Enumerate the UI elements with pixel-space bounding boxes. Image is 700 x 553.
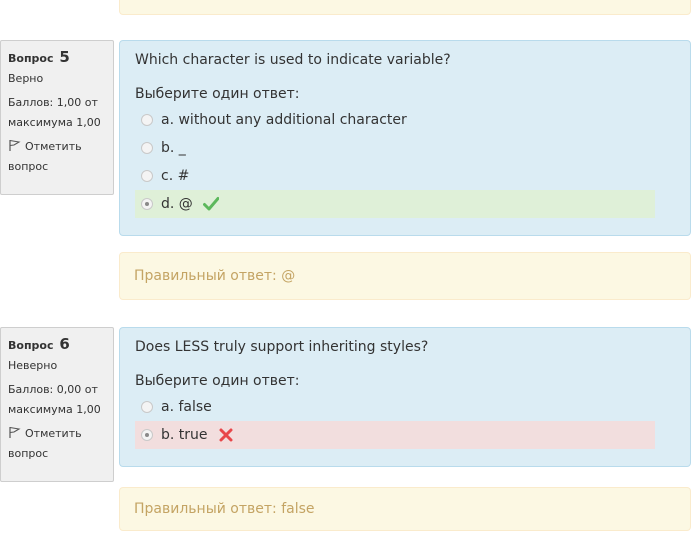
answer-option-incorrect[interactable]: b. true [135,421,655,449]
answer-option-label: c. # [161,168,190,184]
question-grade: Баллов: 1,00 от максимума 1,00 [8,96,101,129]
question-state: Неверно [8,359,58,372]
question-number-line: Вопрос 5 [8,47,106,69]
question-state: Верно [8,72,44,85]
answer-option-label: b. _ [161,140,186,156]
question-number-line: Вопрос 6 [8,334,106,356]
answer-option-label: b. true [161,427,208,443]
question-content-6: Does LESS truly support inheriting style… [119,327,691,467]
answer-option[interactable]: b. _ [135,134,675,162]
flag-icon [9,139,21,151]
answer-option[interactable]: a. false [135,393,675,421]
radio-button-selected[interactable] [141,429,153,441]
question-content-5: Which character is used to indicate vari… [119,40,691,236]
question-text: Which character is used to indicate vari… [135,52,451,68]
answer-option-label: d. @ [161,196,193,212]
answer-option-label: a. false [161,399,212,415]
question-info-6: Вопрос 6 Неверно Баллов: 0,00 от максиму… [0,327,114,482]
answer-option-label: a. without any additional character [161,112,407,128]
question-label: Вопрос [8,52,54,65]
answer-prompt: Выберите один ответ: [135,373,300,389]
question-number: 5 [59,48,70,66]
question-label: Вопрос [8,339,54,352]
question-text: Does LESS truly support inheriting style… [135,339,429,355]
right-answer-feedback: Правильный ответ: @ [119,252,691,300]
radio-button[interactable] [141,170,153,182]
cross-icon [219,428,233,442]
right-answer-text: Правильный ответ: false [134,501,315,517]
flag-question-link[interactable]: Отметить вопрос [8,137,106,177]
answer-options: a. without any additional character b. _… [135,106,675,218]
question-info-5: Вопрос 5 Верно Баллов: 1,00 от максимума… [0,40,114,195]
answer-prompt: Выберите один ответ: [135,86,300,102]
right-answer-feedback: Правильный ответ: false [119,487,691,531]
previous-feedback-box [119,0,691,15]
radio-button[interactable] [141,142,153,154]
right-answer-text: Правильный ответ: @ [134,268,296,284]
check-icon [202,197,219,211]
answer-option[interactable]: c. # [135,162,675,190]
flag-icon [9,426,21,438]
radio-button-selected[interactable] [141,198,153,210]
question-grade: Баллов: 0,00 от максимума 1,00 [8,383,101,416]
radio-button[interactable] [141,401,153,413]
answer-option[interactable]: a. without any additional character [135,106,675,134]
answer-options: a. false b. true [135,393,675,449]
radio-button[interactable] [141,114,153,126]
question-number: 6 [59,335,70,353]
flag-question-link[interactable]: Отметить вопрос [8,424,106,464]
answer-option-correct[interactable]: d. @ [135,190,655,218]
